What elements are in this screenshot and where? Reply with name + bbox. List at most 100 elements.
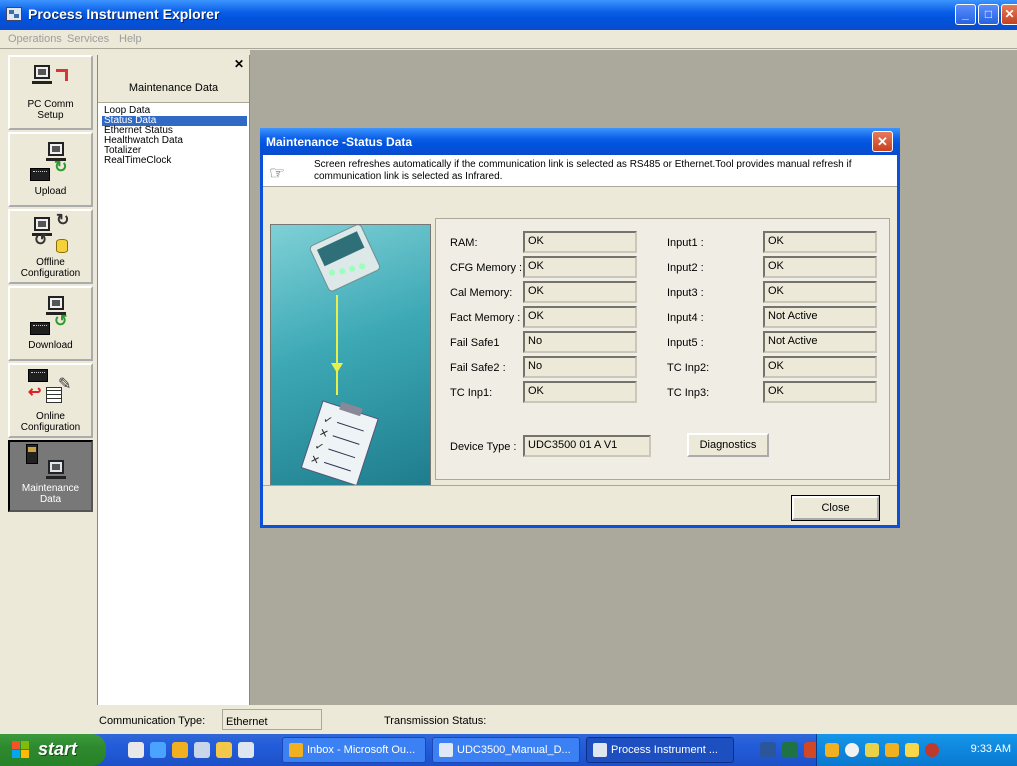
input5-label: Input5 :	[667, 337, 704, 349]
maintenance-item-list: Loop Data Status Data Ethernet Status He…	[102, 106, 247, 166]
pc-comm-setup-button[interactable]: PC Comm Setup	[8, 55, 93, 130]
transmission-status-label: Transmission Status:	[384, 715, 487, 727]
tc-inp3-value: OK	[763, 381, 877, 403]
fail-safe2-value: No	[523, 356, 637, 378]
window-title: Process Instrument Explorer	[28, 6, 220, 22]
fail-safe1-value: No	[523, 331, 637, 353]
window-titlebar[interactable]: Process Instrument Explorer _ □ ✕	[0, 0, 1017, 30]
controller-to-checklist-icon: ✓ ✕ ✓ ✕	[300, 225, 381, 485]
start-label: start	[38, 739, 78, 759]
clock-tray-icon[interactable]	[885, 743, 899, 757]
ie-quicklaunch-icon[interactable]	[128, 742, 144, 758]
fail-safe2-label: Fail Safe2 :	[450, 362, 506, 374]
tc-inp1-label: TC Inp1:	[450, 387, 493, 399]
maintenance-label-1: Maintenance	[21, 483, 80, 494]
taskbar: start Inbox - Microsoft Ou... UDC3500_Ma…	[0, 734, 1017, 766]
menu-help[interactable]: Help	[119, 33, 142, 45]
upload-label: Upload	[34, 186, 67, 197]
cfg-memory-value: OK	[523, 256, 637, 278]
download-button[interactable]: ↺ Download	[8, 286, 93, 361]
fact-memory-label: Fact Memory :	[450, 312, 521, 324]
folder-quicklaunch-icon[interactable]	[216, 742, 232, 758]
windows-logo-icon	[12, 741, 30, 759]
maintenance-panel-title: Maintenance Data	[128, 82, 219, 94]
status-fields-panel: RAM: OK CFG Memory : OK Cal Memory: OK F…	[435, 218, 890, 480]
offline-configuration-button[interactable]: ↻ ↺ Offline Configuration	[8, 209, 93, 284]
device-type-value: UDC3500 01 A V1	[523, 435, 651, 457]
pointing-hand-icon: ☞	[269, 163, 286, 183]
list-item-realtimeclock[interactable]: RealTimeClock	[102, 156, 247, 166]
network-tray-icon[interactable]	[925, 743, 939, 757]
outlook-quicklaunch-icon[interactable]	[172, 742, 188, 758]
status-data-dialog: Maintenance -Status Data ✕ ☞ Screen refr…	[260, 128, 900, 528]
task-outlook-inbox[interactable]: Inbox - Microsoft Ou...	[282, 737, 426, 763]
input3-value: OK	[763, 281, 877, 303]
cfg-memory-label: CFG Memory :	[450, 262, 523, 274]
tc-inp2-value: OK	[763, 356, 877, 378]
device-type-label: Device Type :	[450, 441, 517, 453]
offline-label-2: Configuration	[20, 268, 81, 279]
ram-value: OK	[523, 231, 637, 253]
pc-comm-label-2: Setup	[37, 110, 64, 121]
task-process-label: Process Instrument ...	[611, 744, 718, 756]
comm-type-label: Communication Type:	[99, 715, 206, 727]
app-icon	[6, 7, 22, 21]
maintenance-panel-header: ✕ Maintenance Data	[98, 55, 249, 103]
word-icon[interactable]	[760, 742, 776, 758]
browser-quicklaunch-icon[interactable]	[150, 742, 166, 758]
fact-memory-value: OK	[523, 306, 637, 328]
tc-inp3-label: TC Inp3:	[667, 387, 710, 399]
offline-label-1: Offline	[36, 257, 65, 268]
device-illustration: ✓ ✕ ✓ ✕	[270, 224, 431, 486]
input3-label: Input3 :	[667, 287, 704, 299]
dialog-separator	[263, 485, 897, 486]
close-window-button[interactable]: ✕	[1001, 4, 1017, 25]
online-label-2: Configuration	[20, 422, 81, 433]
input1-label: Input1 :	[667, 237, 704, 249]
maintenance-data-button[interactable]: Maintenance Data	[8, 440, 93, 512]
outlook-tray-icon[interactable]	[825, 743, 839, 757]
online-configuration-button[interactable]: ↩ ✎ Online Configuration	[8, 363, 93, 438]
status-bar: Communication Type: Ethernet Transmissio…	[0, 705, 1017, 734]
tc-inp2-label: TC Inp2:	[667, 362, 710, 374]
start-button[interactable]: start	[0, 734, 106, 766]
excel-icon[interactable]	[782, 742, 798, 758]
cal-memory-value: OK	[523, 281, 637, 303]
diagnostics-button[interactable]: Diagnostics	[687, 433, 769, 457]
menu-services[interactable]: Services	[67, 33, 109, 45]
comm-type-value: Ethernet	[222, 709, 322, 730]
ram-label: RAM:	[450, 237, 478, 249]
maintenance-label-2: Data	[39, 494, 62, 505]
menu-operations[interactable]: Operations	[8, 33, 62, 45]
left-toolbar: PC Comm Setup ↻ Upload ↻ ↺ Offline Confi…	[8, 55, 93, 705]
tc-inp1-value: OK	[523, 381, 637, 403]
input5-value: Not Active	[763, 331, 877, 353]
online-label-1: Online	[36, 411, 65, 422]
task-manual-label: UDC3500_Manual_D...	[457, 744, 571, 756]
shield-tray-icon[interactable]	[905, 743, 919, 757]
maintenance-data-panel: ✕ Maintenance Data Loop Data Status Data…	[97, 55, 250, 735]
task-udc3500-manual[interactable]: UDC3500_Manual_D...	[432, 737, 580, 763]
messenger-quicklaunch-icon[interactable]	[194, 742, 210, 758]
back-arrow-tray-icon[interactable]	[845, 743, 859, 757]
dialog-titlebar[interactable]: Maintenance -Status Data ✕	[260, 128, 900, 155]
app-task-icon	[593, 743, 607, 757]
dialog-title: Maintenance -Status Data	[266, 135, 413, 149]
download-label: Download	[28, 340, 73, 351]
system-tray: 9:33 AM	[816, 734, 1017, 766]
task-process-instrument[interactable]: Process Instrument ...	[586, 737, 734, 763]
cal-memory-label: Cal Memory:	[450, 287, 513, 299]
close-button[interactable]: Close	[791, 495, 880, 521]
panel-close-icon[interactable]: ✕	[232, 58, 246, 72]
mail-tray-icon[interactable]	[865, 743, 879, 757]
upload-button[interactable]: ↻ Upload	[8, 132, 93, 207]
outlook-icon	[289, 743, 303, 757]
minimize-button[interactable]: _	[955, 4, 976, 25]
desktop-quicklaunch-icon[interactable]	[238, 742, 254, 758]
info-message: Screen refreshes automatically if the co…	[314, 159, 852, 182]
menu-bar: Operations Services Help	[0, 30, 1017, 48]
taskbar-clock: 9:33 AM	[970, 743, 1011, 755]
maximize-button[interactable]: □	[978, 4, 999, 25]
input4-value: Not Active	[763, 306, 877, 328]
dialog-close-icon[interactable]: ✕	[872, 131, 893, 152]
